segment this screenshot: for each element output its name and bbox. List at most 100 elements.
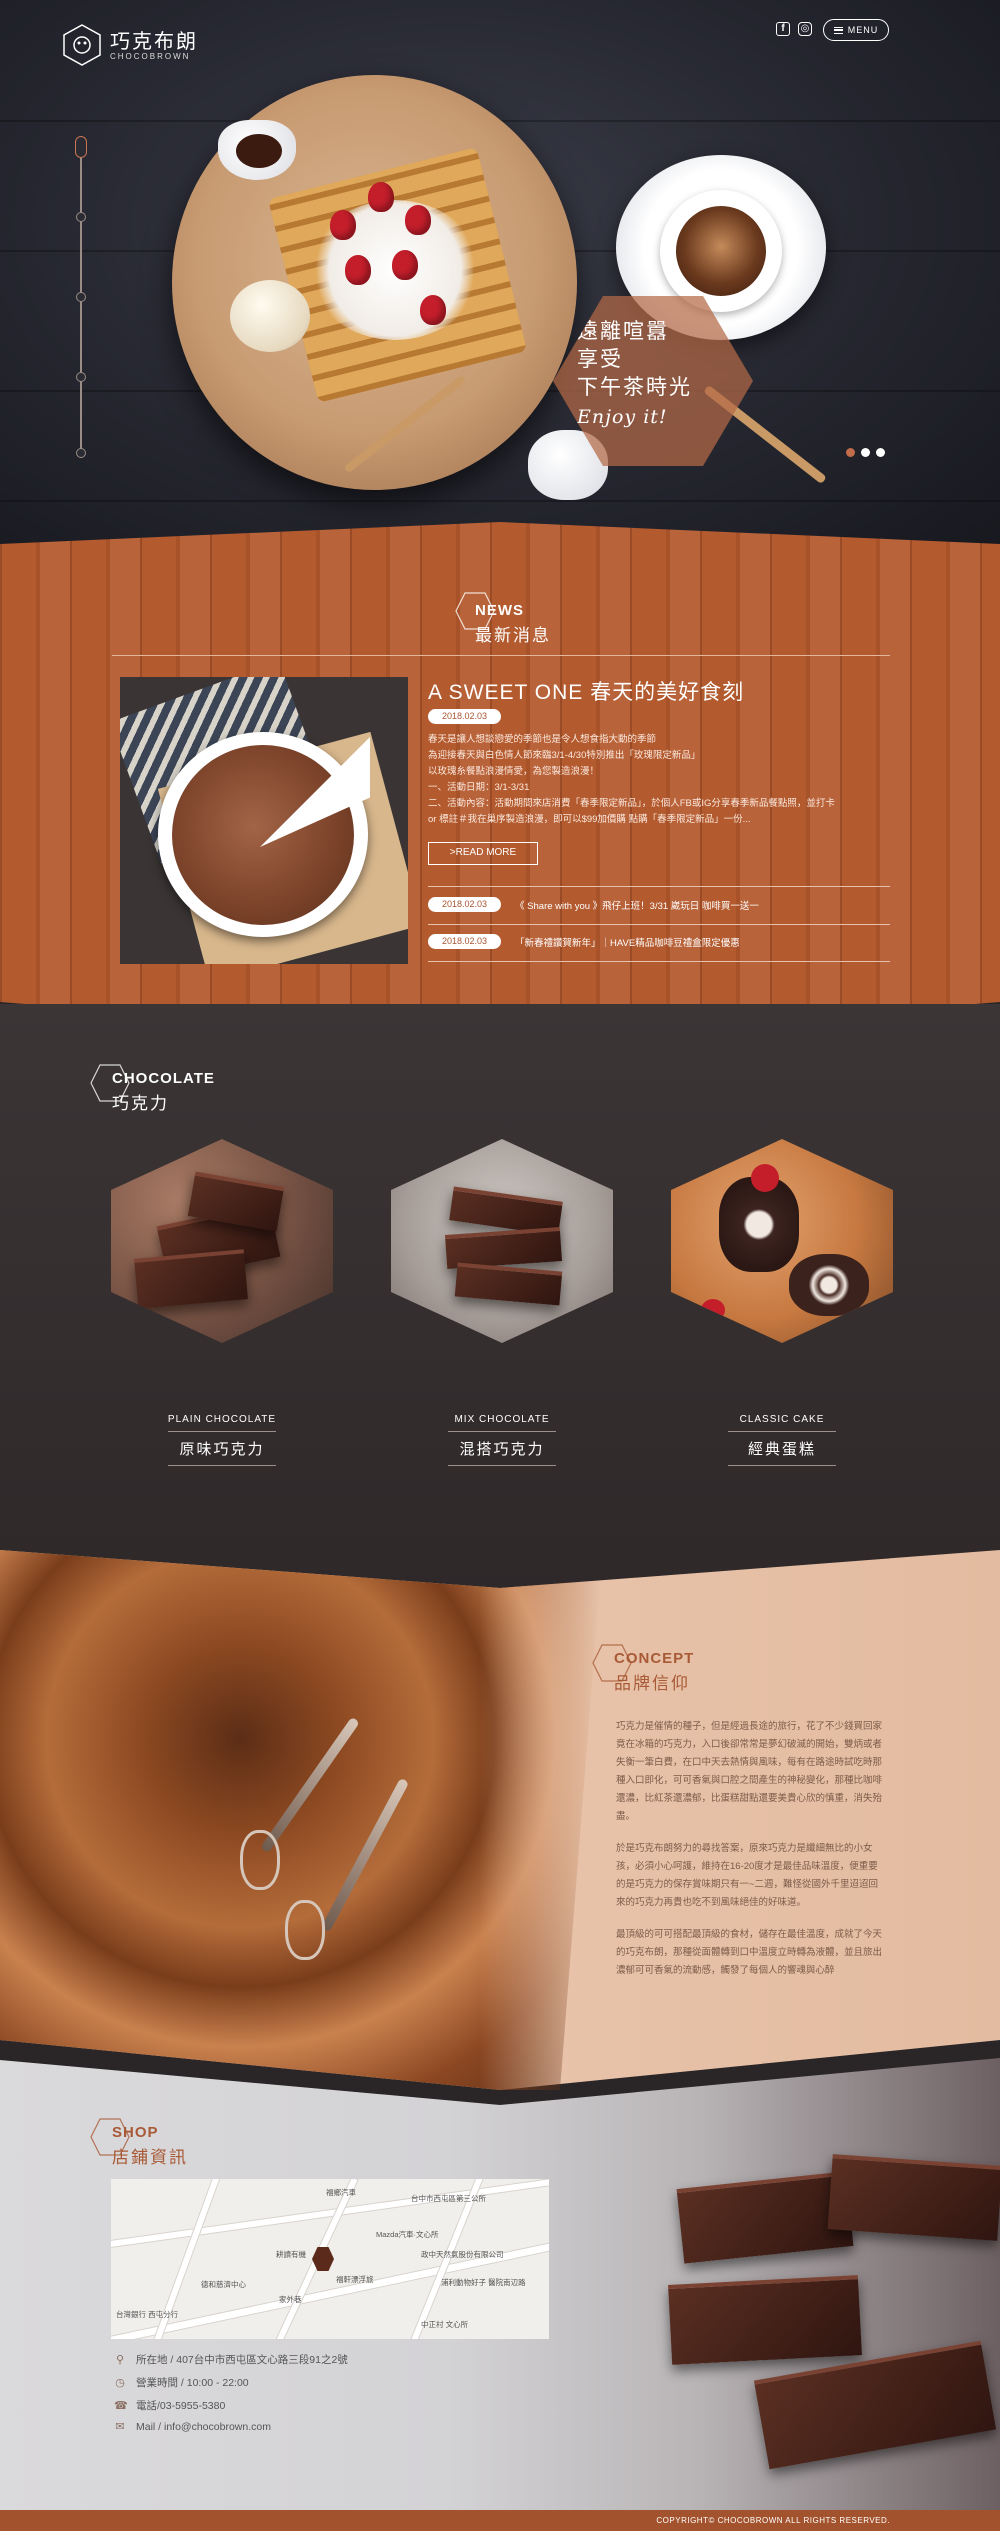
phone-icon: ☎	[114, 2399, 128, 2412]
mail-icon: ✉	[115, 2421, 125, 2433]
news-feature-image[interactable]	[120, 677, 408, 964]
divider	[428, 961, 890, 962]
news-body-line: 以玫瑰糸餐點浪漫情愛，為您製造浪漫！	[428, 766, 600, 777]
product-label-plain[interactable]: PLAIN CHOCOLATE 原味巧克力	[132, 1414, 312, 1466]
copyright-text: COPYRIGHT© CHOCOBROWN ALL RIGHTS RESERVE…	[656, 2516, 890, 2525]
news-body-line: 一、活動日期：3/1-3/31	[428, 782, 530, 793]
chocolate-heading-en: CHOCOLATE	[112, 1070, 215, 1087]
side-scroll-nav	[75, 136, 87, 458]
shop-info-phone: ☎ 電話/03-5955-5380	[114, 2398, 225, 2413]
news-feature-body: 春天是讓人想談戀愛的季節也是令人想食指大動的季節 為迎接春天與白色情人節來臨3/…	[428, 732, 890, 828]
map-label: 福鄉汽車	[326, 2188, 356, 2197]
side-nav-dot-active[interactable]	[75, 136, 87, 158]
concept-paragraph: 於是巧克布朗努力的尋找答案，原來巧克力是纖細無比的小女孩，必須小心呵護，維持在1…	[616, 1843, 879, 1908]
brand-logo[interactable]: 巧克布朗 CHOCOBROWN	[62, 20, 202, 70]
product-name-en: CLASSIC CAKE	[739, 1414, 825, 1425]
hero-banner: 遠離喧囂 享受 下午茶時光 Enjoy it!	[0, 0, 1000, 560]
product-name-en: MIX CHOCOLATE	[454, 1414, 550, 1425]
shop-heading-en: SHOP	[112, 2124, 159, 2141]
shop-info-hours: ◷ 營業時間 / 10:00 - 22:00	[114, 2375, 249, 2390]
slider-dot[interactable]	[876, 448, 885, 457]
tagline-line: 遠離喧囂	[577, 319, 669, 343]
shop-info-text: 營業時間 / 10:00 - 22:00	[136, 2377, 249, 2389]
map-label: 浦利動物好子 醫院南辺路	[441, 2278, 526, 2287]
chocolate-heading: CHOCOLATE 巧克力	[90, 1064, 215, 1114]
news-feature-title[interactable]: A SWEET ONE 春天的美好食刻	[428, 676, 744, 706]
strawberry	[330, 210, 356, 240]
location-icon: ⚲	[115, 2353, 125, 2366]
news-item-title: 《 Share with you 》飛仔上班！3/31 崴玩日 咖啡買一送一	[515, 900, 759, 912]
hamburger-icon	[833, 26, 843, 34]
news-heading-zh: 最新消息	[475, 626, 551, 645]
shop-info-text: Mail / info@chocobrown.com	[136, 2421, 271, 2433]
brand-name-zh: 巧克布朗	[110, 28, 198, 53]
map-label: 德和慈濟中心	[201, 2280, 246, 2289]
ice-cream-image	[230, 280, 310, 352]
product-label-mix[interactable]: MIX CHOCOLATE 混搭巧克力	[412, 1414, 592, 1466]
news-date-badge: 2018.02.03	[428, 709, 502, 724]
news-date-badge: 2018.02.03	[428, 897, 502, 912]
side-nav-dot[interactable]	[76, 448, 86, 458]
divider	[112, 655, 890, 656]
concept-heading-zh: 品牌信仰	[614, 1674, 690, 1693]
strawberry	[368, 182, 394, 212]
coffee-cup-image	[660, 190, 782, 312]
product-name-en: PLAIN CHOCOLATE	[167, 1414, 277, 1425]
side-nav-dot[interactable]	[76, 212, 86, 222]
side-nav-dot[interactable]	[76, 292, 86, 302]
logo-hexagon-icon	[63, 24, 101, 66]
shop-info-text: 所在地 / 407台中市西屯區文心路三段91之2號	[136, 2354, 348, 2366]
divider	[428, 924, 890, 925]
shop-info-mail[interactable]: ✉ Mail / info@chocobrown.com	[114, 2421, 271, 2433]
news-body-line: 為迎接春天與白色情人節來臨3/1-4/30特別推出「玫瑰限定新品」	[428, 750, 701, 761]
tagline-line: 下午茶時光	[577, 375, 692, 399]
tagline-en: Enjoy it!	[577, 406, 668, 428]
side-nav-dot[interactable]	[76, 372, 86, 382]
concept-paragraph: 巧克力是催情的種子，但是經過長途的旅行，花了不少錢買回家竟在冰箱的巧克力，入口後…	[616, 1721, 883, 1822]
strawberry	[345, 255, 371, 285]
strawberry	[420, 295, 446, 325]
menu-label: MENU	[847, 25, 879, 35]
product-label-cake[interactable]: CLASSIC CAKE 經典蛋糕	[692, 1414, 872, 1466]
facebook-icon[interactable]: f	[776, 22, 790, 36]
sauce-jug-image	[218, 120, 296, 180]
read-more-button[interactable]: >READ MORE	[428, 842, 538, 865]
footer: COPYRIGHT© CHOCOBROWN ALL RIGHTS RESERVE…	[0, 2510, 1000, 2531]
shop-info-text: 電話/03-5955-5380	[136, 2400, 226, 2412]
concept-paragraph: 最頂級的可可搭配最頂級的食材，儲存在最佳溫度，成就了今天的巧克布朗，那種從面體轉…	[616, 1929, 883, 1976]
map-label: 台中市西屯區第三公所	[411, 2194, 486, 2203]
product-name-zh: 原味巧克力	[179, 1441, 265, 1458]
clock-icon: ◷	[115, 2376, 125, 2389]
news-date-badge: 2018.02.03	[428, 934, 502, 949]
news-list-item[interactable]: 2018.02.03 《 Share with you 》飛仔上班！3/31 崴…	[428, 897, 759, 912]
concept-heading-en: CONCEPT	[614, 1650, 695, 1667]
news-heading-en: NEWS	[475, 602, 524, 619]
map-label: 台灣銀行 西屯分行	[116, 2310, 179, 2319]
social-links: f ◎	[776, 22, 812, 36]
news-heading: NEWS 最新消息	[455, 592, 551, 646]
strawberry	[405, 205, 431, 235]
news-list-item[interactable]: 2018.02.03 「新春禮讚賀新年」｜HAVE精品咖啡豆禮盒限定優惠	[428, 934, 740, 949]
concept-heading: CONCEPT 品牌信仰	[592, 1644, 695, 1694]
slider-dot-active[interactable]	[846, 448, 855, 457]
map-label: 家外巷	[279, 2295, 302, 2304]
map-label: 政中天然氣股份有限公司	[421, 2250, 504, 2259]
news-item-title: 「新春禮讚賀新年」｜HAVE精品咖啡豆禮盒限定優惠	[515, 937, 740, 949]
slider-dots	[846, 448, 885, 457]
news-body-line: 二、活動內容：活動期間來店消費「春季限定新品」，於個人FB或IG分享春季新品餐點…	[428, 798, 835, 809]
shop-info-address: ⚲ 所在地 / 407台中市西屯區文心路三段91之2號	[114, 2352, 348, 2367]
chocolate-heading-zh: 巧克力	[112, 1094, 169, 1113]
instagram-icon[interactable]: ◎	[798, 22, 812, 36]
chocolate-bars-image	[600, 2040, 1000, 2510]
menu-button[interactable]: MENU	[823, 19, 889, 41]
brand-name-en: CHOCOBROWN	[110, 51, 191, 61]
tagline-line: 享受	[577, 347, 623, 371]
concept-text: 巧克力是催情的種子，但是經過長途的旅行，花了不少錢買回家竟在冰箱的巧克力，入口後…	[616, 1718, 882, 1994]
news-body-line: 春天是讓人想談戀愛的季節也是令人想食指大動的季節	[428, 734, 657, 745]
strawberry	[392, 250, 418, 280]
divider	[428, 886, 890, 887]
map-label: 中正村 文心所	[421, 2320, 469, 2329]
slider-dot[interactable]	[861, 448, 870, 457]
product-name-zh: 經典蛋糕	[747, 1441, 816, 1458]
chocolate-swirl-image	[0, 1550, 600, 2090]
